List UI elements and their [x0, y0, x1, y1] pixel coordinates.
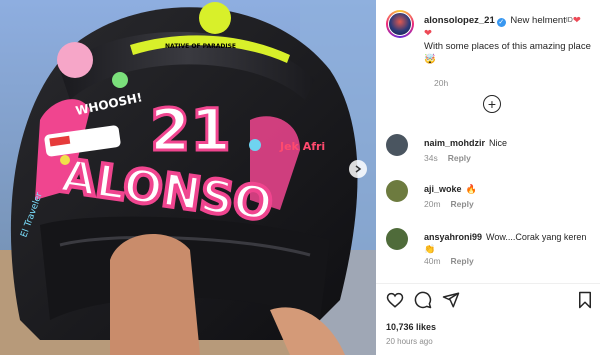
heart-emoji: ❤	[424, 28, 432, 39]
caption-line-1: New helment	[510, 15, 566, 26]
post-media[interactable]: 21 ALONSO WHOOSH! NATIVE OF PARADISE El …	[0, 0, 376, 355]
caption-text: alonsolopez_21 ✓ New helmentID❤ ❤ With so…	[424, 14, 600, 66]
caption-tag: ID	[565, 17, 573, 24]
commenter-username[interactable]: aji_woke	[424, 184, 462, 194]
comment-time: 20m	[424, 199, 441, 209]
helmet-tagline-decal: NATIVE OF PARADISE	[165, 43, 236, 50]
comment-time: 40m	[424, 256, 441, 266]
next-arrow-icon	[355, 165, 362, 173]
like-count[interactable]: 10,736 likes	[386, 322, 436, 332]
action-bar	[386, 291, 594, 313]
comment-text: Nice	[489, 138, 508, 148]
commenter-username[interactable]: ansyahroni99	[424, 232, 482, 242]
author-avatar[interactable]	[386, 10, 414, 38]
comment-body: naim_mohdzir Nice	[424, 137, 507, 149]
load-more-icon: +	[487, 96, 497, 112]
comment-meta: 20m Reply	[424, 199, 474, 209]
comment-time: 34s	[424, 153, 438, 163]
helmet-side-right-decal: Jek Afri	[279, 140, 325, 153]
face-emoji: 🤯	[424, 54, 436, 65]
reply-button[interactable]: Reply	[451, 256, 474, 266]
heart-emoji: ❤	[572, 15, 581, 26]
caption-time: 20h	[434, 78, 449, 88]
comment-meta: 34s Reply	[424, 153, 471, 163]
like-icon[interactable]	[386, 291, 404, 309]
comment-body: aji_woke 🔥	[424, 183, 477, 195]
commenter-avatar[interactable]	[386, 228, 408, 250]
verified-icon: ✓	[496, 18, 506, 27]
comment-body: ansyahroni99 Wow....Corak yang keren 👏	[424, 231, 598, 255]
helmet-photo: 21 ALONSO WHOOSH! NATIVE OF PARADISE El …	[0, 0, 376, 355]
actions-divider	[376, 283, 600, 284]
comment-text: 🔥	[465, 184, 477, 194]
post-timestamp[interactable]: 20 hours ago	[386, 337, 433, 346]
comment-meta: 40m Reply	[424, 256, 474, 266]
commenter-avatar[interactable]	[386, 134, 408, 156]
save-icon[interactable]	[576, 291, 594, 309]
load-more-comments-button[interactable]: +	[483, 95, 501, 113]
commenter-avatar[interactable]	[386, 180, 408, 202]
reply-button[interactable]: Reply	[448, 153, 471, 163]
comment-icon[interactable]	[414, 291, 432, 309]
post-panel: alonsolopez_21 ✓ New helmentID❤ ❤ With so…	[376, 0, 600, 355]
helmet-number-decal: 21	[150, 96, 231, 164]
reply-button[interactable]: Reply	[451, 199, 474, 209]
next-photo-button[interactable]	[349, 160, 367, 178]
author-username[interactable]: alonsolopez_21	[424, 15, 495, 26]
caption-line-2: With some places of this amazing place	[424, 41, 591, 52]
share-icon[interactable]	[442, 291, 460, 309]
commenter-username[interactable]: naim_mohdzir	[424, 138, 485, 148]
